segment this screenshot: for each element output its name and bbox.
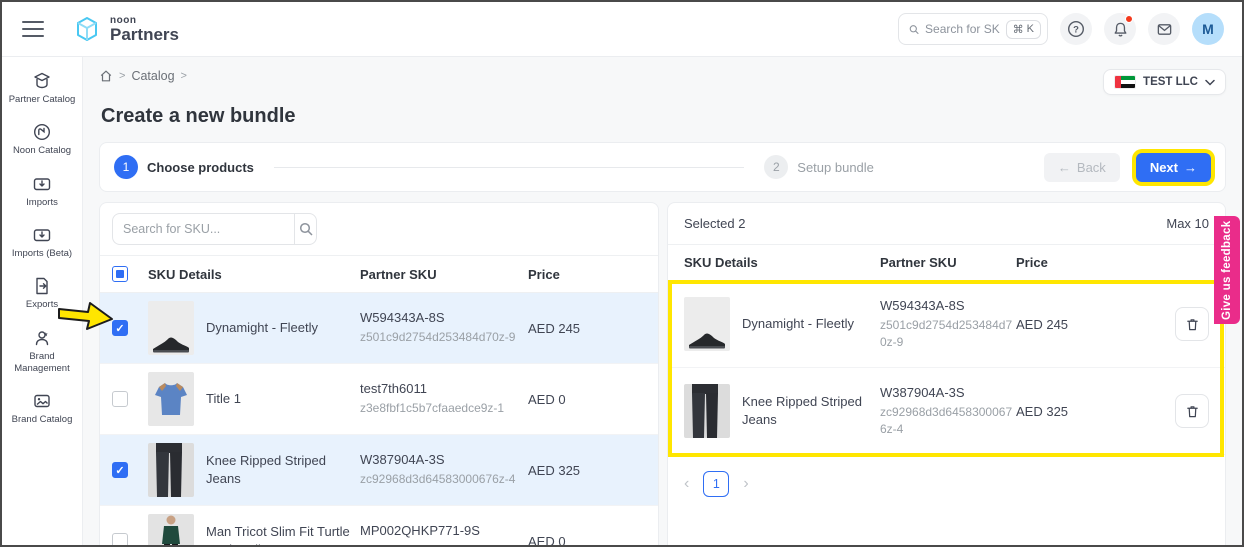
page-title: Create a new bundle [101, 105, 1226, 128]
messages-button[interactable] [1148, 13, 1180, 45]
row-checkbox[interactable] [112, 391, 128, 407]
noon-partners-logo[interactable]: noon Partners [72, 14, 179, 44]
global-search-placeholder: Search for SKU ... [925, 22, 1000, 36]
notification-dot [1125, 15, 1133, 23]
account-name: TEST LLC [1143, 76, 1198, 88]
partner-catalog-icon [32, 71, 52, 91]
sidebar-item-partner-catalog[interactable]: Partner Catalog [4, 71, 80, 106]
product-table-header: SKU Details Partner SKU Price [100, 255, 658, 293]
row-checkbox[interactable] [112, 533, 128, 547]
product-image-tshirt [148, 372, 194, 426]
help-icon: ? [1067, 20, 1085, 38]
step-choose-products: 1 Choose products [114, 155, 254, 179]
command-icon: ⌘ [1013, 23, 1024, 36]
sku-search-button[interactable] [294, 213, 317, 245]
sku-search-group [112, 213, 317, 245]
bell-icon [1112, 21, 1129, 38]
product-image-pullover [148, 514, 194, 547]
trash-icon [1185, 317, 1200, 332]
topbar: noon Partners Search for SKU ... ⌘K ? M [2, 2, 1242, 57]
brand-catalog-icon [32, 391, 52, 411]
notifications-button[interactable] [1104, 13, 1136, 45]
column-partner-sku: Partner SKU [880, 255, 1016, 270]
table-row[interactable]: Title 1 test7th6011z3e8fbf1c5b7cfaaedce9… [100, 364, 658, 435]
search-icon [299, 222, 313, 236]
breadcrumb-catalog-link[interactable]: Catalog [131, 69, 174, 83]
feedback-tab[interactable]: Give us feedback [1214, 216, 1240, 324]
product-image-sneaker [684, 297, 730, 351]
mail-icon [1156, 21, 1173, 38]
step-setup-bundle: 2 Setup bundle [764, 155, 874, 179]
imports-icon [32, 174, 52, 194]
keyboard-shortcut-badge: ⌘K [1006, 20, 1041, 39]
bundle-stepper: 1 Choose products 2 Setup bundle ← Back … [99, 142, 1226, 192]
pagination-page-1[interactable]: 1 [703, 471, 729, 497]
product-image-jeans [148, 443, 194, 497]
sku-search-input[interactable] [112, 213, 294, 245]
selected-table-header: SKU Details Partner SKU Price [668, 245, 1225, 281]
user-avatar[interactable]: M [1192, 13, 1224, 45]
logo-noon-text: noon [110, 16, 179, 26]
sidebar-item-brand-management[interactable]: Brand Management [4, 328, 80, 376]
pagination: ‹ 1 › [668, 455, 1225, 513]
breadcrumb: > Catalog > [99, 69, 187, 83]
table-row[interactable]: Man Tricot Slim Fit Turtle Neck Pullover… [100, 506, 658, 547]
exports-icon [32, 276, 52, 296]
column-price: Price [1016, 255, 1108, 270]
imports-beta-icon [32, 225, 52, 245]
step-connector [274, 167, 744, 168]
pagination-next-icon[interactable]: › [743, 476, 748, 492]
account-selector[interactable]: TEST LLC [1103, 69, 1226, 95]
brand-management-icon [32, 328, 52, 348]
max-label: Max 10 [1166, 216, 1209, 231]
column-partner-sku: Partner SKU [360, 267, 528, 282]
selected-count-label: Selected 2 [684, 216, 745, 231]
select-all-checkbox[interactable] [112, 266, 128, 282]
arrow-left-icon: ← [1058, 160, 1071, 175]
arrow-right-icon: → [1184, 160, 1197, 175]
pagination-prev-icon[interactable]: ‹ [684, 476, 689, 492]
help-button[interactable]: ? [1060, 13, 1092, 45]
global-search-input[interactable]: Search for SKU ... ⌘K [898, 13, 1048, 45]
noon-cube-icon [72, 14, 102, 44]
product-image-jeans [684, 384, 730, 438]
search-icon [909, 23, 919, 36]
column-sku-details: SKU Details [684, 255, 880, 270]
sidebar-item-noon-catalog[interactable]: Noon Catalog [4, 122, 80, 157]
row-checkbox[interactable] [112, 462, 128, 478]
app-window: noon Partners Search for SKU ... ⌘K ? M [0, 0, 1244, 547]
chevron-down-icon [1205, 79, 1215, 86]
table-row[interactable]: Knee Ripped Striped Jeans W387904A-3Szc9… [100, 435, 658, 506]
sidebar: Partner Catalog Noon Catalog Imports Imp… [2, 57, 83, 547]
remove-product-button[interactable] [1175, 394, 1209, 428]
column-sku-details: SKU Details [148, 267, 360, 282]
remove-product-button[interactable] [1175, 307, 1209, 341]
product-image-sneaker [148, 301, 194, 355]
selected-row: Knee Ripped Striped Jeans W387904A-3Szc9… [668, 368, 1225, 455]
product-list-panel: SKU Details Partner SKU Price Dynamight … [99, 202, 659, 547]
trash-icon [1185, 404, 1200, 419]
row-checkbox[interactable] [112, 320, 128, 336]
main-content: > Catalog > TEST LLC Create a new bundle… [83, 57, 1242, 547]
table-row[interactable]: Dynamight - Fleetly W594343A-8Sz501c9d27… [100, 293, 658, 364]
sidebar-item-imports-beta[interactable]: Imports (Beta) [4, 225, 80, 260]
back-button[interactable]: ← Back [1044, 153, 1120, 182]
noon-catalog-icon [32, 122, 52, 142]
column-price: Price [528, 267, 646, 282]
selected-products-panel: Selected 2 Max 10 SKU Details Partner SK… [667, 202, 1226, 547]
step2-badge: 2 [764, 155, 788, 179]
uae-flag-icon [1114, 75, 1136, 89]
sidebar-item-brand-catalog[interactable]: Brand Catalog [4, 391, 80, 426]
sidebar-item-imports[interactable]: Imports [4, 174, 80, 209]
logo-partners-text: Partners [110, 26, 179, 43]
selected-row: Dynamight - Fleetly W594343A-8Sz501c9d27… [668, 281, 1225, 368]
sidebar-item-exports[interactable]: Exports [4, 276, 80, 311]
next-button[interactable]: Next → [1136, 153, 1211, 182]
home-icon[interactable] [99, 69, 113, 83]
hamburger-menu-icon[interactable] [22, 21, 44, 37]
step1-badge: 1 [114, 155, 138, 179]
svg-text:?: ? [1073, 24, 1079, 35]
